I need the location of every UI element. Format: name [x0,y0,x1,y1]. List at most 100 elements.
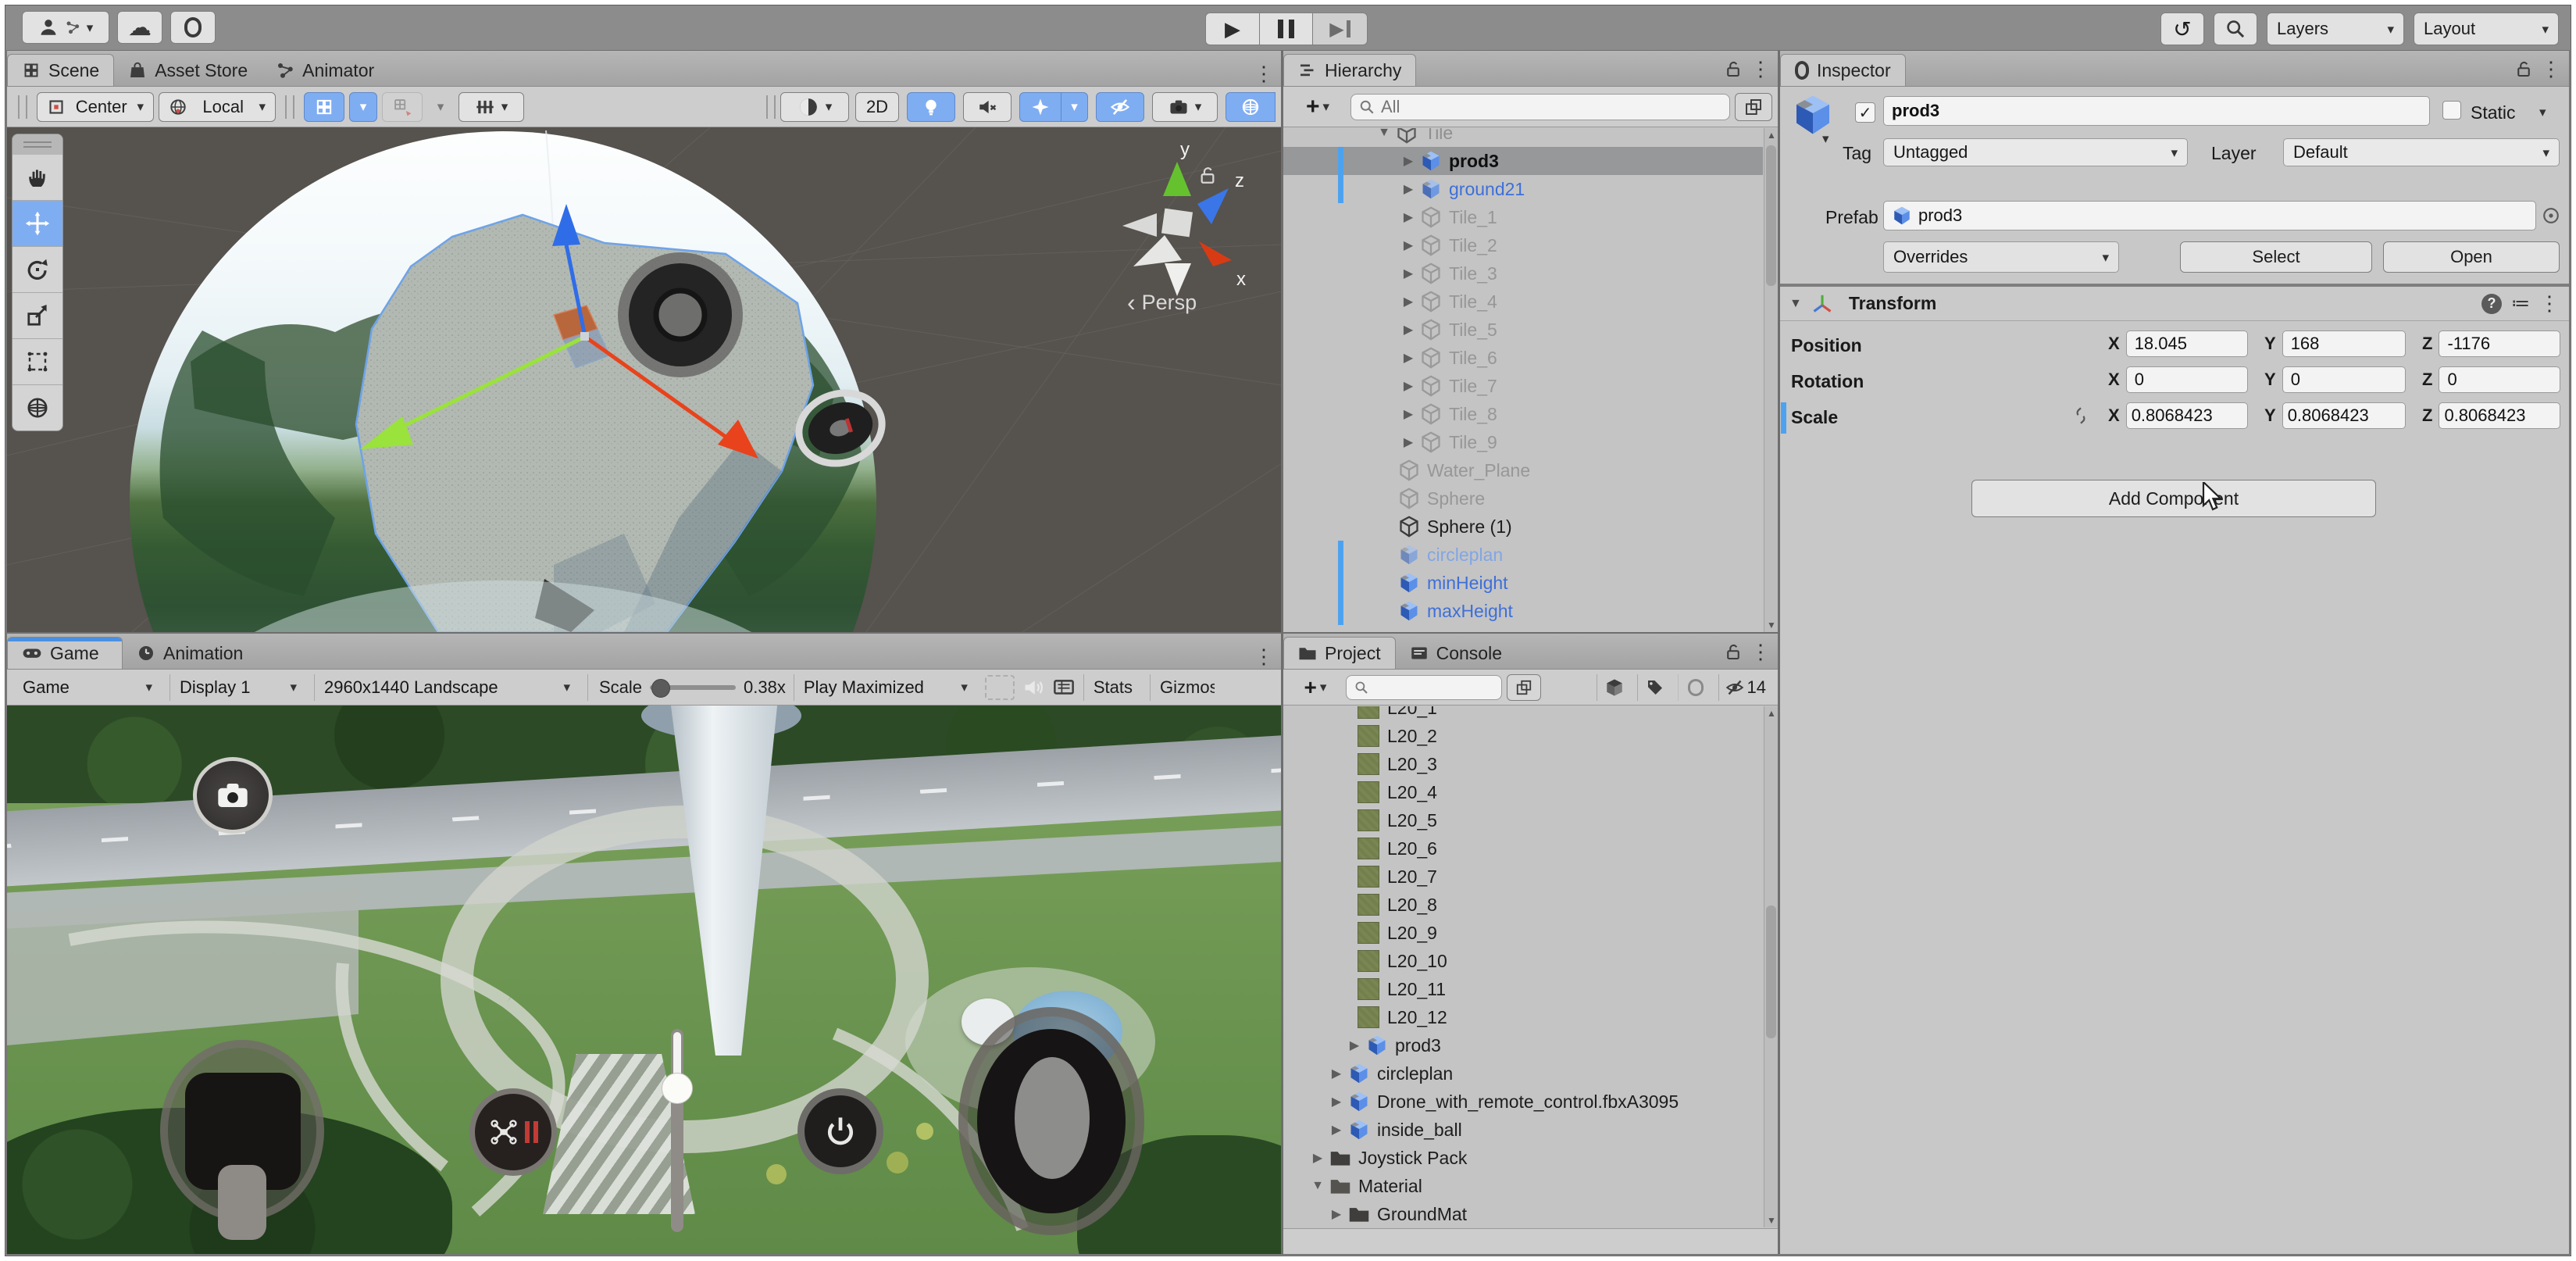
shading-mode-dropdown[interactable]: ▾ [780,92,849,122]
game-tab-menu-icon[interactable]: ⋮ [1246,645,1282,669]
rect-tool-button[interactable] [12,339,62,385]
project-item[interactable]: L20_7 [1283,863,1763,891]
scene-lighting-toggle[interactable] [907,92,955,122]
expand-collapsed-icon[interactable]: ▶ [1325,1206,1348,1222]
hierarchy-item-tile-2[interactable]: ▶ Tile_2 [1283,231,1763,259]
transform-tool-button[interactable] [12,385,62,430]
hierarchy-item-prod3[interactable]: ▶ prod3 [1283,147,1763,175]
hierarchy-menu-icon[interactable]: ⋮ [1743,57,1779,81]
project-item-groundmat[interactable]: ▶ GroundMat [1283,1200,1763,1228]
project-item-drone-fbx[interactable]: ▶ Drone_with_remote_control.fbxA3095 [1283,1088,1763,1116]
static-caret[interactable]: ▾ [2539,105,2546,119]
increment-snap-options[interactable]: ▾ [427,92,454,122]
panel-divider[interactable] [1281,50,1283,1255]
toolbar-handle[interactable] [285,95,294,119]
expand-collapsed-icon[interactable]: ▶ [1397,350,1420,366]
tool-strip-handle[interactable] [12,134,62,155]
left-joystick[interactable] [160,1040,324,1221]
hierarchy-item-tile[interactable]: ▼ Tile [1283,128,1763,147]
layers-dropdown[interactable]: Layers ▾ [2267,13,2404,45]
project-search-box[interactable] [1346,675,1502,700]
play-button[interactable]: ▶ [1205,13,1260,45]
help-icon[interactable]: ? [2481,294,2502,314]
hierarchy-item-minheight[interactable]: minHeight [1283,569,1763,597]
tab-project[interactable]: Project [1283,637,1396,669]
play-maximized-dropdown[interactable]: Play Maximized ▾ [794,674,977,701]
rotate-tool-button[interactable] [12,247,62,293]
add-component-button[interactable]: Add Component [1971,480,2376,517]
hierarchy-scrollbar[interactable]: ▲ ▼ [1764,128,1779,632]
tab-console[interactable]: Console [1396,638,1516,669]
project-item[interactable]: L20_12 [1283,1003,1763,1031]
project-menu-icon[interactable]: ⋮ [1743,640,1779,664]
tab-scene[interactable]: Scene [7,54,114,86]
hidden-packages-toggle[interactable]: 14 [1718,674,1772,701]
expand-collapsed-icon[interactable]: ▶ [1343,1038,1366,1053]
cloud-button[interactable]: ☁ [117,11,162,44]
overrides-dropdown[interactable]: Overrides ▾ [1883,241,2119,273]
hierarchy-item-water-plane[interactable]: Water_Plane [1283,456,1763,484]
component-menu-icon[interactable]: ⋮ [2539,291,2560,316]
search-button[interactable] [2214,13,2257,45]
layer-dropdown[interactable]: Default ▾ [2283,138,2560,166]
transform-header[interactable]: ▼ Transform ? ≔ ⋮ [1780,287,2569,321]
lock-icon[interactable] [1724,642,1743,661]
active-checkbox[interactable]: ✓ [1855,102,1875,123]
position-x-input[interactable] [2126,330,2248,357]
create-object-button[interactable]: + ▾ [1290,93,1346,121]
favorites-button[interactable] [1678,674,1714,701]
scene-tab-menu-icon[interactable]: ⋮ [1246,62,1282,86]
power-button[interactable] [797,1088,883,1174]
version-control-button[interactable] [170,11,216,44]
expand-collapsed-icon[interactable]: ▶ [1397,266,1420,281]
perspective-label[interactable]: ‹ Persp [1127,288,1197,317]
expand-collapsed-icon[interactable]: ▶ [1397,406,1420,422]
hierarchy-search-box[interactable] [1350,94,1730,120]
pivot-mode-dropdown[interactable]: Center ▾ [37,92,154,122]
rotation-y-input[interactable] [2282,366,2406,393]
expand-open-icon[interactable]: ▼ [1789,297,1802,311]
scroll-thumb[interactable] [1766,906,1776,1038]
throttle-slider[interactable] [662,1029,693,1232]
hierarchy-search-input[interactable] [1381,97,1721,117]
expand-collapsed-icon[interactable]: ▶ [1325,1066,1348,1081]
grid-snap-options[interactable]: ▾ [349,92,377,122]
step-button[interactable]: ▶ [1313,13,1368,45]
expand-collapsed-icon[interactable]: ▶ [1306,1150,1329,1166]
scene-audio-toggle[interactable] [963,92,1011,122]
project-item-joystick-pack[interactable]: ▶ Joystick Pack [1283,1144,1763,1172]
expand-collapsed-icon[interactable]: ▶ [1397,153,1420,169]
search-by-type-button[interactable] [1597,674,1632,701]
project-item[interactable]: L20_9 [1283,919,1763,947]
scroll-down-icon[interactable]: ▼ [1764,618,1779,632]
static-checkbox[interactable] [2442,101,2461,120]
hierarchy-item-tile-8[interactable]: ▶ Tile_8 [1283,400,1763,428]
link-scale-icon[interactable] [2071,405,2091,426]
expand-collapsed-icon[interactable]: ▶ [1397,322,1420,338]
stats-button[interactable]: Stats [1083,674,1142,701]
joystick-knob[interactable] [1015,1057,1090,1179]
hierarchy-item-maxheight[interactable]: maxHeight [1283,597,1763,625]
lock-icon[interactable] [2514,59,2533,78]
tab-hierarchy[interactable]: Hierarchy [1283,54,1416,86]
scroll-up-icon[interactable]: ▲ [1764,706,1779,720]
scroll-thumb[interactable] [1766,145,1776,286]
tab-inspector[interactable]: Inspector [1780,54,1906,86]
game-display-mode-dropdown[interactable]: Game ▾ [13,674,162,701]
scale-z-input[interactable] [2439,402,2560,429]
gizmos-button[interactable]: Gizmos [1150,674,1215,701]
scene-visibility-toggle[interactable] [1096,92,1144,122]
lock-icon[interactable] [1724,59,1743,78]
tag-dropdown[interactable]: Untagged ▾ [1883,138,2188,166]
search-in-assets-button[interactable] [1507,674,1541,701]
project-item[interactable]: L20_1 [1283,706,1763,722]
panel-divider[interactable] [1778,50,1779,1255]
scale-tool-button[interactable] [12,293,62,339]
2d-mode-toggle[interactable]: 2D [855,92,899,122]
scene-effects-toggle[interactable] [1019,92,1061,122]
presets-icon[interactable]: ≔ [2511,292,2530,315]
hierarchy-item-tile-7[interactable]: ▶ Tile_7 [1283,372,1763,400]
project-item[interactable]: L20_2 [1283,722,1763,750]
gizmos-toggle[interactable] [1226,92,1276,122]
open-button[interactable]: Open [2383,241,2560,273]
